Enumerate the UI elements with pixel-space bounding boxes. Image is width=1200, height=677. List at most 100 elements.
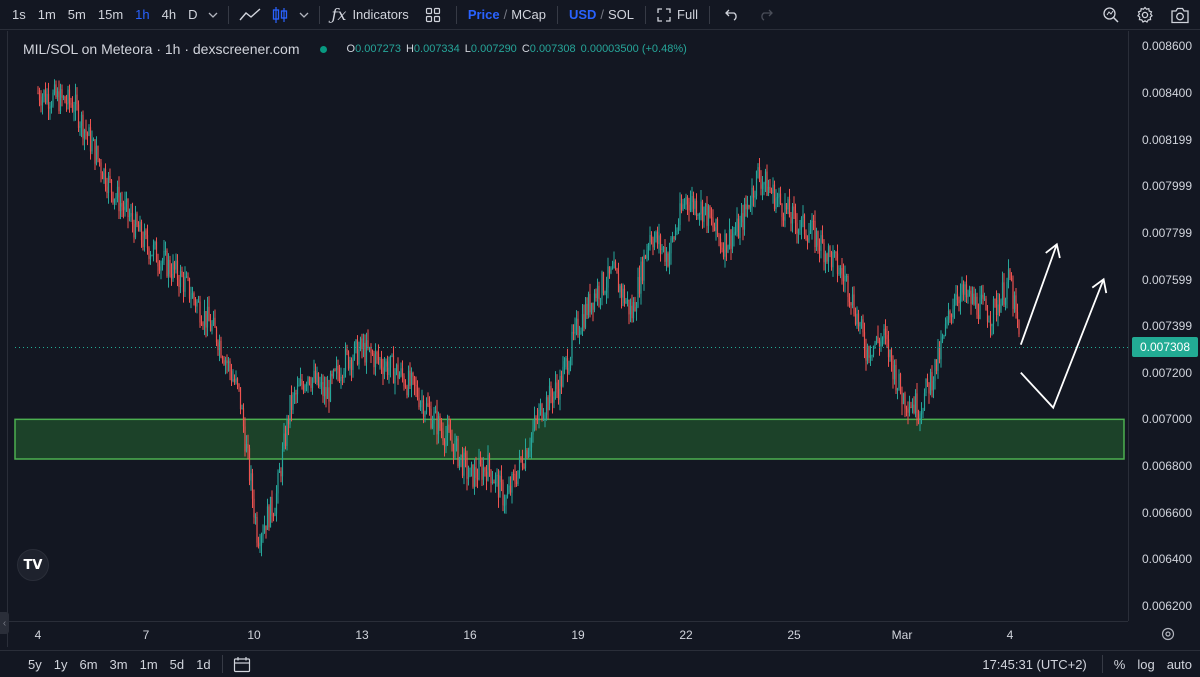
auto-scale-toggle[interactable]: auto	[1161, 657, 1200, 672]
price-mcap-toggle[interactable]: Price / MCap	[462, 0, 552, 30]
candle-body	[107, 175, 110, 193]
candle-body	[152, 244, 155, 255]
candle-body	[404, 386, 407, 388]
candle-body	[941, 336, 944, 341]
candle-body	[500, 475, 503, 483]
candle-body	[113, 198, 116, 203]
layout-grid-icon[interactable]	[415, 0, 451, 30]
go-to-date-calendar-icon[interactable]	[228, 651, 256, 677]
candle-body	[638, 277, 641, 294]
candle-body	[365, 340, 368, 363]
candle-body	[617, 273, 620, 293]
settings-gear-icon[interactable]	[1128, 0, 1162, 30]
axis-settings-icon[interactable]	[1160, 626, 1176, 642]
candle-body	[719, 238, 722, 248]
price-option[interactable]: Price	[468, 7, 500, 22]
candle-body	[226, 360, 228, 364]
interval-1m[interactable]: 1m	[32, 0, 62, 30]
candle-body	[922, 410, 924, 414]
interval-dropdown-chevron-icon[interactable]	[203, 0, 223, 30]
percent-scale-toggle[interactable]: %	[1108, 657, 1132, 672]
candle-body	[304, 385, 306, 392]
candle-body	[295, 393, 297, 395]
price-axis[interactable]: 0.008600 0.008400 0.008199 0.007999 0.007799…	[1128, 31, 1200, 621]
range-5d[interactable]: 5d	[164, 657, 190, 672]
candle-body	[983, 298, 986, 300]
candle-body	[187, 276, 189, 279]
line-chart-type-icon[interactable]	[234, 0, 266, 30]
candle-body	[664, 246, 666, 262]
undo-icon[interactable]	[715, 0, 749, 30]
candle-body	[103, 168, 105, 180]
interval-5m[interactable]: 5m	[62, 0, 92, 30]
candle-body	[512, 474, 515, 476]
fullscreen-button[interactable]: Full	[651, 0, 704, 30]
sol-option[interactable]: SOL	[608, 7, 634, 22]
candle-body	[361, 338, 363, 350]
range-1d[interactable]: 1d	[190, 657, 216, 672]
usd-sol-toggle[interactable]: USD / SOL	[563, 0, 640, 30]
candle-body	[88, 127, 90, 136]
indicators-button[interactable]: ƒx Indicators	[325, 0, 414, 30]
candle-body	[725, 233, 728, 253]
candle-body	[563, 361, 566, 367]
candle-body	[683, 204, 686, 206]
candle-body	[301, 379, 303, 386]
candle-body	[779, 193, 782, 204]
candle-body	[232, 379, 234, 381]
interval-D[interactable]: D	[182, 0, 203, 30]
interval-15m[interactable]: 15m	[92, 0, 129, 30]
range-6m[interactable]: 6m	[73, 657, 103, 672]
candle-body	[451, 440, 453, 444]
candle-body	[262, 532, 264, 536]
candle-body	[929, 372, 932, 394]
price-tick-label: 0.007599	[1141, 272, 1192, 287]
candle-body	[440, 428, 443, 432]
range-1y[interactable]: 1y	[48, 657, 74, 672]
candle-body	[931, 372, 933, 391]
clock-timezone[interactable]: 17:45:31 (UTC+2)	[976, 657, 1096, 672]
time-axis[interactable]: 4 7 10 13 16 19 22 25 Mar 4	[9, 621, 1128, 647]
candle-body	[409, 370, 411, 386]
candle-body	[199, 301, 201, 323]
chart-type-chevron-icon[interactable]	[294, 0, 314, 30]
camera-snapshot-icon[interactable]	[1162, 0, 1200, 30]
symbol-title[interactable]: MIL/SOL on Meteora · 1h · dexscreener.co…	[23, 41, 300, 57]
usd-option[interactable]: USD	[569, 7, 596, 22]
candle-body	[436, 410, 438, 435]
high-value: 0.007334	[413, 43, 460, 55]
price-chart[interactable]	[9, 31, 1128, 621]
interval-1h[interactable]: 1h	[129, 0, 155, 30]
candle-body	[164, 250, 167, 252]
interval-4h[interactable]: 4h	[156, 0, 182, 30]
log-scale-toggle[interactable]: log	[1131, 657, 1160, 672]
candle-body	[940, 340, 942, 360]
candle-body	[418, 397, 420, 408]
chart-pane[interactable]: MIL/SOL on Meteora · 1h · dexscreener.co…	[9, 31, 1128, 621]
redo-icon[interactable]	[749, 0, 783, 30]
candles-chart-type-icon[interactable]	[266, 0, 294, 30]
candle-body	[907, 409, 909, 413]
candle-body	[380, 359, 383, 368]
candle-body	[899, 373, 902, 393]
candle-body	[785, 203, 788, 210]
interval-1s[interactable]: 1s	[6, 0, 32, 30]
candle-body	[724, 233, 726, 257]
candle-body	[46, 93, 48, 103]
range-1m[interactable]: 1m	[134, 657, 164, 672]
candle-body	[782, 216, 785, 221]
candle-body	[974, 296, 977, 305]
candle-body	[815, 231, 818, 248]
collapse-toolbar-chevron-icon[interactable]: ‹	[0, 612, 9, 634]
candle-body	[184, 277, 186, 292]
candle-body	[484, 467, 486, 472]
candle-body	[559, 375, 561, 400]
tradingview-logo-icon[interactable]: TV	[17, 549, 49, 581]
range-3m[interactable]: 3m	[104, 657, 134, 672]
quick-search-icon[interactable]	[1094, 0, 1128, 30]
candle-body	[800, 218, 803, 229]
range-5y[interactable]: 5y	[22, 657, 48, 672]
candle-body	[973, 293, 975, 305]
mcap-option[interactable]: MCap	[511, 7, 546, 22]
candle-body	[592, 302, 594, 310]
